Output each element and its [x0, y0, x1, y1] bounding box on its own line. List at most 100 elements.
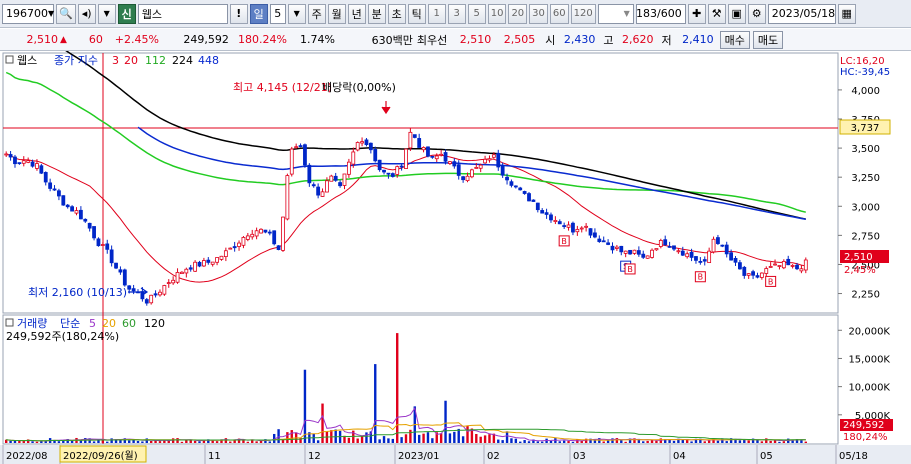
- period-tick-button[interactable]: 틱: [407, 3, 426, 24]
- candle-body: [311, 184, 316, 187]
- candle-body: [43, 172, 48, 183]
- period-num-field[interactable]: 5: [269, 3, 286, 24]
- x-tick-label: 04: [673, 451, 686, 462]
- save-icon[interactable]: ▣: [727, 3, 746, 24]
- candle-body: [491, 154, 496, 158]
- period-month-button[interactable]: 월: [327, 3, 346, 24]
- candle-body: [768, 266, 773, 268]
- candle-body: [122, 269, 127, 286]
- volume-bar: [158, 441, 162, 443]
- vol-y-tick-label: 10,000K: [848, 383, 890, 394]
- candle-body: [241, 237, 246, 246]
- volume-bar: [540, 441, 544, 443]
- chevron-down-icon[interactable]: ▼: [97, 3, 116, 24]
- gear-icon[interactable]: ⚙: [747, 3, 766, 24]
- candle-body: [223, 250, 228, 257]
- candle-body: [571, 222, 575, 233]
- interval-60[interactable]: 60: [549, 3, 569, 24]
- candle-body: [21, 160, 26, 164]
- volume-bar: [347, 437, 351, 443]
- volume-bar: [558, 441, 561, 443]
- period-minute-button[interactable]: 분: [367, 3, 386, 24]
- candle-body: [259, 228, 263, 234]
- legend-box-icon: [5, 55, 14, 64]
- candle-body: [373, 148, 378, 162]
- date-field[interactable]: 2023/05/18: [767, 3, 836, 24]
- volume-bar: [519, 441, 522, 443]
- candle-body: [478, 164, 483, 169]
- candle-body: [544, 212, 549, 215]
- speaker-icon[interactable]: ◂): [77, 3, 96, 24]
- candle-body: [272, 230, 277, 245]
- volume-bar: [110, 438, 113, 443]
- interval-5[interactable]: 5: [467, 3, 486, 24]
- volume-bar: [505, 431, 509, 443]
- tool-icon[interactable]: ⚒: [707, 3, 726, 24]
- interval-3[interactable]: 3: [447, 3, 466, 24]
- search-icon[interactable]: 🔍: [56, 3, 76, 24]
- candle-body: [593, 232, 597, 238]
- candle-body: [667, 245, 672, 248]
- candle-body: [685, 253, 690, 258]
- current-price: 2,510: [26, 33, 59, 46]
- stock-chart[interactable]: 4,0003,7503,5003,2503,0002,7502,5002,250…: [0, 51, 911, 464]
- interval-custom-field[interactable]: ▼: [597, 3, 634, 24]
- crosshair-icon[interactable]: ✚: [687, 3, 706, 24]
- y-tick-label: 2,750: [851, 231, 880, 242]
- volume-bar: [417, 434, 421, 443]
- high-label: 고: [603, 33, 614, 47]
- candle-body: [202, 260, 206, 267]
- interval-1[interactable]: 1: [427, 3, 446, 24]
- volume-bar: [743, 439, 746, 443]
- y-tick-label: 3,250: [851, 173, 880, 184]
- candle-body: [149, 294, 154, 304]
- period-second-button[interactable]: 초: [387, 3, 406, 24]
- candle-body: [285, 175, 290, 220]
- sell-button[interactable]: 매도: [752, 30, 784, 49]
- period-week-button[interactable]: 주: [307, 3, 326, 24]
- candle-body: [254, 230, 259, 237]
- volume-bar: [136, 440, 140, 443]
- legend-ma20: 20: [124, 54, 138, 67]
- volume-bar: [303, 369, 307, 443]
- volume-bar: [35, 441, 39, 443]
- buy-button[interactable]: 매수: [719, 30, 750, 49]
- candle-body: [180, 271, 184, 275]
- turnover-rate: 1.74%: [299, 33, 335, 46]
- candle-body: [663, 239, 668, 246]
- volume-bar: [488, 434, 491, 443]
- candle-body: [720, 244, 725, 247]
- volume-bar: [536, 441, 540, 443]
- candle-body: [733, 257, 738, 263]
- x-tick-label: 03: [573, 451, 586, 462]
- stock-code-input[interactable]: 196700 ▼: [2, 3, 54, 24]
- interval-20[interactable]: 20: [508, 3, 528, 24]
- volume-bar: [716, 440, 720, 443]
- calendar-icon[interactable]: ▦: [837, 3, 856, 24]
- cur-pct-text: 2,45%: [844, 265, 876, 276]
- period-day-button[interactable]: 일: [249, 3, 268, 24]
- candle-body: [439, 153, 444, 156]
- credit-badge[interactable]: 신: [117, 3, 136, 24]
- candle-body: [263, 229, 268, 233]
- chevron-down-icon[interactable]: ▼: [287, 3, 306, 24]
- candle-body: [346, 161, 351, 175]
- candle-body: [579, 227, 584, 230]
- candle-body: [276, 245, 281, 250]
- volume-bar: [457, 428, 460, 443]
- candle-body: [408, 131, 413, 149]
- chevron-down-icon[interactable]: ▼: [48, 9, 54, 18]
- volume-bar: [479, 436, 482, 443]
- candle-body: [724, 244, 729, 255]
- interval-120[interactable]: 120: [570, 3, 596, 24]
- candle-body: [96, 238, 101, 247]
- alert-button[interactable]: !: [229, 3, 248, 24]
- interval-10[interactable]: 10: [487, 3, 507, 24]
- period-year-button[interactable]: 년: [347, 3, 366, 24]
- volume-bar: [409, 429, 412, 443]
- interval-30[interactable]: 30: [529, 3, 548, 24]
- count-field[interactable]: 183/600: [635, 3, 686, 24]
- stock-name-field[interactable]: 웹스: [137, 3, 228, 24]
- volume-bar: [567, 441, 570, 443]
- best-quote-label: 최우선: [416, 33, 448, 47]
